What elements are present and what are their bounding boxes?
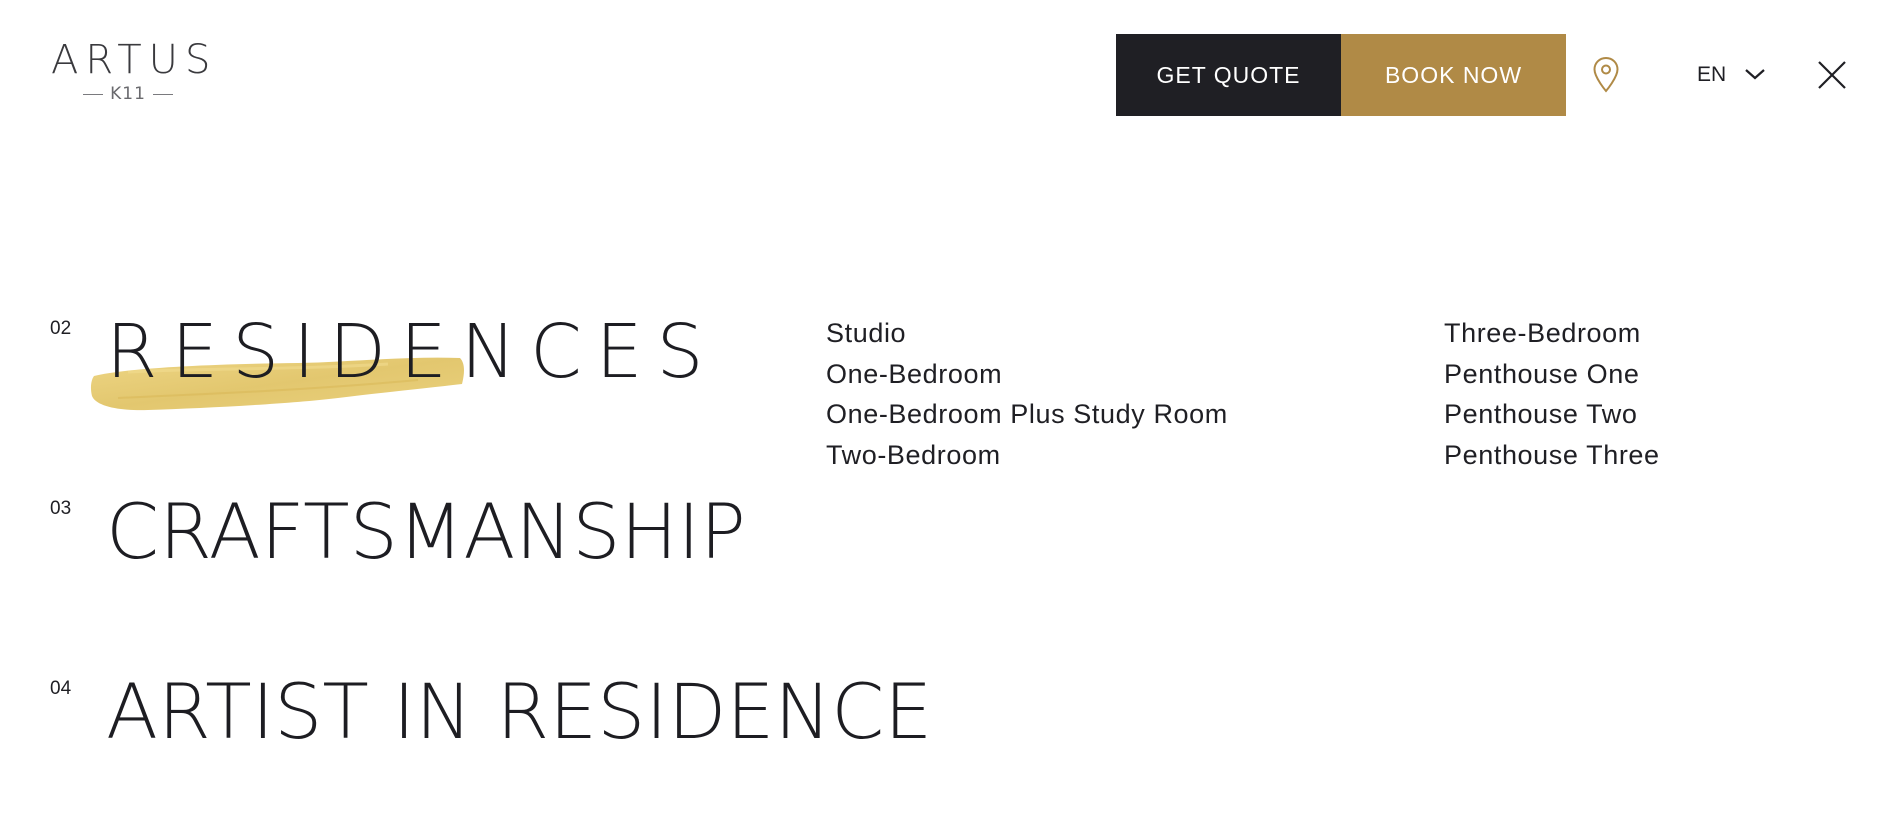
chevron-down-icon (1744, 63, 1766, 87)
logo-dash-left (83, 93, 104, 95)
brand-sub: K11 (44, 84, 212, 104)
submenu-item-one-bedroom-plus-study[interactable]: One-Bedroom Plus Study Room (826, 394, 1228, 435)
menu-item-title: ARTIST IN RESIDENCE (106, 667, 933, 756)
submenu-item-penthouse-one[interactable]: Penthouse One (1444, 354, 1660, 395)
submenu-item-penthouse-two[interactable]: Penthouse Two (1444, 394, 1660, 435)
menu-item-title-label: RESIDENCES (106, 309, 718, 395)
submenu-item-one-bedroom[interactable]: One-Bedroom (826, 354, 1228, 395)
menu-item-number: 02 (50, 318, 72, 339)
menu-item-title: RESIDENCES (90, 309, 718, 411)
menu-item-number: 03 (50, 498, 72, 519)
brand-logo[interactable]: ARTUS K11 (44, 38, 212, 104)
book-now-button[interactable]: BOOK NOW (1341, 34, 1566, 116)
menu-item-craftsmanship[interactable]: 03 CRAFTSMANSHIP (50, 490, 746, 574)
menu-item-title: CRAFTSMANSHIP (106, 487, 746, 576)
submenu-item-penthouse-three[interactable]: Penthouse Three (1444, 435, 1660, 476)
brand-name: ARTUS (51, 37, 218, 83)
logo-dash-right (152, 93, 173, 95)
menu-item-artist-in-residence[interactable]: 04 ARTIST IN RESIDENCE (50, 670, 932, 754)
language-label: EN (1697, 63, 1727, 86)
residences-submenu-col-2: Three-Bedroom Penthouse One Penthouse Tw… (1444, 313, 1660, 475)
menu-item-residences[interactable]: 02 RESIDENCES (50, 309, 718, 411)
close-icon[interactable] (1817, 60, 1847, 90)
get-quote-button[interactable]: GET QUOTE (1116, 34, 1341, 116)
menu-overlay: ARTUS K11 GET QUOTE BOOK NOW EN 02 RESID… (0, 0, 1890, 832)
submenu-item-two-bedroom[interactable]: Two-Bedroom (826, 435, 1228, 476)
map-pin-icon[interactable] (1592, 56, 1620, 94)
submenu-item-studio[interactable]: Studio (826, 313, 1228, 354)
brand-sub-label: K11 (110, 84, 146, 104)
menu-item-number: 04 (50, 678, 72, 699)
submenu-item-three-bedroom[interactable]: Three-Bedroom (1444, 313, 1660, 354)
language-selector[interactable]: EN (1697, 60, 1766, 90)
residences-submenu-col-1: Studio One-Bedroom One-Bedroom Plus Stud… (826, 313, 1228, 475)
